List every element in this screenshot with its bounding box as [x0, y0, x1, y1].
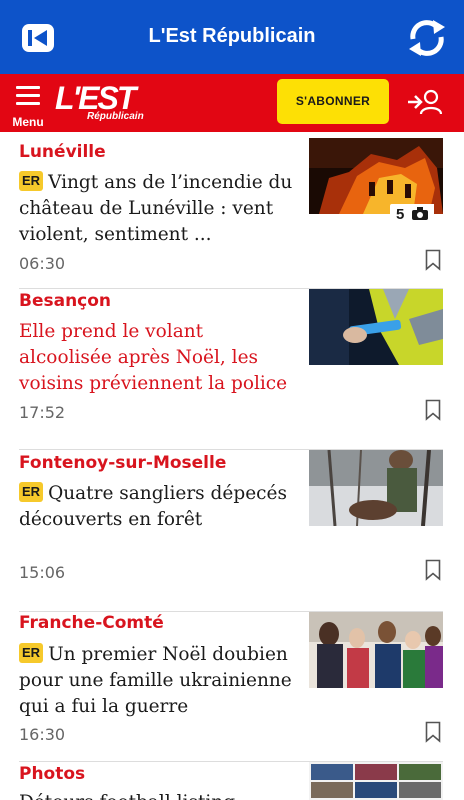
- site-header: Menu L'EST Républicain S'ABONNER: [0, 74, 464, 132]
- headline-text: Vingt ans de l’incendie du château de Lu…: [19, 172, 293, 245]
- bookmark-icon[interactable]: [425, 399, 441, 421]
- article-headline: ER Un premier Noël doubien pour une famil…: [19, 642, 299, 720]
- bookmark-icon[interactable]: [425, 721, 441, 743]
- logo-sub-text: Républicain: [87, 111, 144, 122]
- refresh-icon[interactable]: [403, 17, 451, 59]
- app-bar: L'Est Républicain: [0, 0, 464, 74]
- article-card[interactable]: Franche-Comté ER Un premier Noël doubien …: [0, 612, 464, 761]
- menu-button[interactable]: Menu: [8, 82, 48, 129]
- article-headline: ER Vingt ans de l’incendie du château de …: [19, 170, 299, 248]
- article-card[interactable]: Lunéville ER Vingt ans de l’incendie du c…: [0, 132, 464, 289]
- hamburger-icon-bar: [16, 102, 40, 105]
- app-title: L'Est Républicain: [148, 25, 316, 47]
- menu-label: Menu: [12, 115, 44, 129]
- article-card[interactable]: Fontenoy-sur-Moselle ER Quatre sangliers …: [0, 450, 464, 611]
- camera-icon: [411, 207, 428, 220]
- er-badge: ER: [19, 171, 44, 191]
- article-category: Fontenoy-sur-Moselle: [19, 453, 227, 473]
- article-headline: Détours football listing: [19, 790, 299, 800]
- article-card[interactable]: Besançon Elle prend le volant alcoolisée…: [0, 289, 464, 449]
- article-thumbnail: [309, 450, 443, 526]
- article-thumbnail: [309, 612, 443, 688]
- article-headline: ER Quatre sangliers dépecés découverts en…: [19, 481, 299, 533]
- headline-text: Quatre sangliers dépecés découverts en f…: [19, 483, 287, 530]
- bookmark-icon[interactable]: [425, 559, 441, 581]
- article-category: Franche-Comté: [19, 613, 164, 633]
- headline-text: Un premier Noël doubien pour une famille…: [19, 644, 292, 717]
- article-thumbnail: [309, 138, 443, 214]
- subscribe-button[interactable]: S'ABONNER: [277, 79, 389, 124]
- article-category: Lunéville: [19, 142, 106, 162]
- article-headline: Elle prend le volant alcoolisée après No…: [19, 321, 288, 394]
- article-time: 15:06: [19, 563, 66, 582]
- article-thumbnail: [309, 289, 443, 365]
- article-time: 06:30: [19, 254, 66, 273]
- article-category: Besançon: [19, 291, 112, 311]
- bookmark-icon[interactable]: [425, 249, 441, 271]
- article-card[interactable]: Photos Détours football listing: [0, 762, 464, 800]
- photo-count: 5: [396, 206, 405, 223]
- article-category: Photos: [19, 764, 86, 784]
- article-time: 17:52: [19, 403, 66, 422]
- er-badge: ER: [19, 482, 44, 502]
- er-badge: ER: [19, 643, 44, 663]
- article-thumbnail: [309, 762, 443, 800]
- hamburger-icon: [16, 86, 40, 89]
- hamburger-icon-bar: [16, 94, 40, 97]
- article-time: 16:30: [19, 725, 66, 744]
- site-logo[interactable]: L'EST Républicain: [55, 80, 147, 126]
- login-icon[interactable]: [406, 88, 442, 116]
- photo-count-badge: 5: [390, 204, 434, 226]
